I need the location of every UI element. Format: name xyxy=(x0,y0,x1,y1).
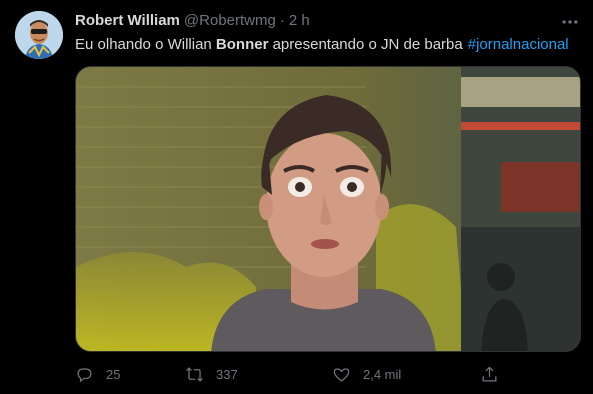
avatar[interactable] xyxy=(15,11,63,59)
more-icon xyxy=(562,20,578,24)
like-count: 2,4 mil xyxy=(363,366,402,382)
retweet-count: 337 xyxy=(216,366,238,382)
timestamp[interactable]: 2 h xyxy=(289,11,310,31)
tweet-header: Robert William @Robertwmg · 2 h xyxy=(75,11,310,31)
more-button[interactable] xyxy=(556,8,584,36)
like-icon xyxy=(333,367,350,381)
tweet-text: Eu olhando o Willian Bonner apresentando… xyxy=(75,35,580,55)
retweet-button[interactable]: 337 xyxy=(185,362,238,386)
tweet[interactable]: Robert William @Robertwmg · 2 h Eu olhan… xyxy=(0,0,593,394)
author-name[interactable]: Robert William xyxy=(75,11,180,31)
reply-count: 25 xyxy=(106,366,121,382)
share-button[interactable] xyxy=(480,362,499,386)
reply-button[interactable]: 25 xyxy=(75,362,120,386)
tweet-text-bold: Bonner xyxy=(215,36,269,53)
reply-icon xyxy=(77,367,92,382)
tweet-text-after: apresentando o JN de barba xyxy=(268,36,463,53)
author-handle[interactable]: @Robertwmg xyxy=(184,11,276,31)
media-image xyxy=(76,67,580,351)
like-button[interactable]: 2,4 mil xyxy=(332,362,401,386)
separator: · xyxy=(279,12,285,29)
retweet-icon xyxy=(186,366,203,382)
tweet-media[interactable] xyxy=(75,66,581,352)
tweet-text-before: Eu olhando o Willian xyxy=(75,36,216,53)
share-icon xyxy=(482,365,497,381)
tweet-actions: 25 337 2,4 mil xyxy=(75,362,505,386)
hashtag-link[interactable]: #jornalnacional xyxy=(468,36,569,53)
